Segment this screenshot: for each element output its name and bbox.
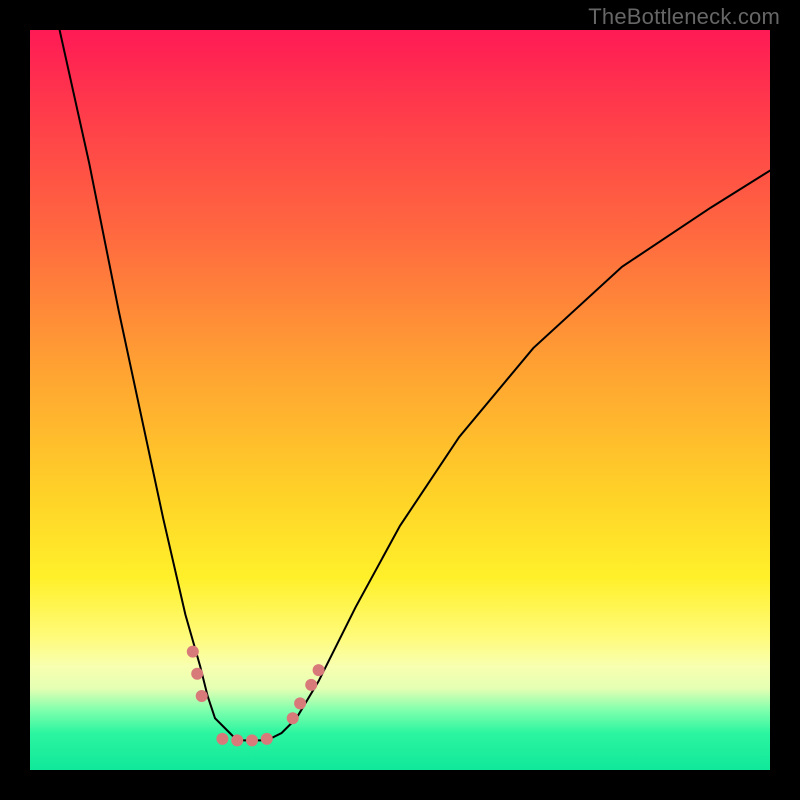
threshold-dot: [294, 697, 306, 709]
chart-root: TheBottleneck.com: [0, 0, 800, 800]
threshold-dot: [187, 646, 199, 658]
threshold-markers: [187, 646, 325, 747]
threshold-dot: [216, 733, 228, 745]
threshold-dot: [261, 733, 273, 745]
threshold-dot: [287, 712, 299, 724]
threshold-dot: [196, 690, 208, 702]
watermark-text: TheBottleneck.com: [588, 4, 780, 30]
threshold-dot: [246, 734, 258, 746]
threshold-dot: [313, 664, 325, 676]
chart-frame: [30, 30, 770, 770]
threshold-dot: [231, 734, 243, 746]
curve-layer: [30, 30, 770, 770]
threshold-dot: [305, 679, 317, 691]
bottleneck-curve: [60, 30, 770, 740]
threshold-dot: [191, 668, 203, 680]
